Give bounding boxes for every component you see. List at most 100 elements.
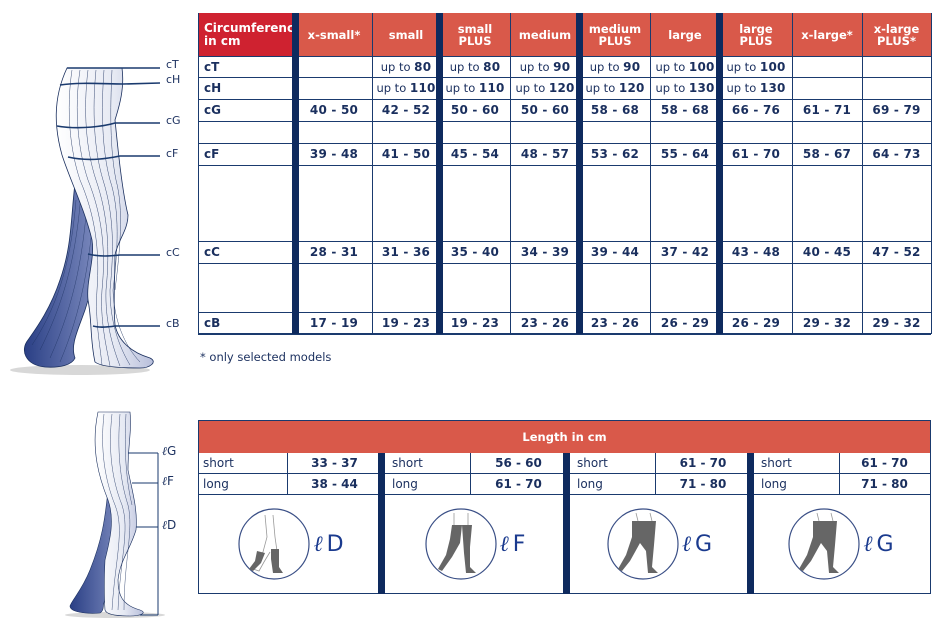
length-value: 33 - 37: [311, 456, 358, 470]
length-group-g-3: short 61 - 70 long 71 - 80 ℓ G: [567, 453, 751, 593]
length-value: 61 - 70: [679, 456, 727, 470]
ell-symbol: ℓ: [499, 531, 509, 557]
size-name-line: x-large*: [801, 27, 853, 42]
row-label-cT: cT: [204, 59, 220, 74]
value-range: 39 - 48: [309, 147, 359, 161]
table-cell: 66 - 76: [720, 99, 792, 121]
grid-row-line: [198, 98, 931, 100]
table-cell: [792, 121, 862, 143]
length-type-illustration: ℓG: [751, 495, 930, 592]
length-row-short: short 33 - 37: [199, 453, 382, 474]
table-cell: [792, 263, 862, 312]
size-header-large-plus: large PLUS: [720, 13, 792, 56]
value-range: 50 - 60: [450, 103, 500, 117]
length-marker-G-code: G: [167, 444, 177, 458]
value-range: 42 - 52: [381, 103, 431, 117]
table-cell: 17 - 19: [296, 312, 372, 334]
length-row-short: short 56 - 60: [382, 453, 567, 474]
size-name-line: large: [668, 27, 702, 42]
value-range: 58 - 67: [802, 147, 852, 161]
length-row-long: long 71 - 80: [751, 474, 930, 495]
table-cell: [296, 165, 372, 241]
table-cell: [440, 121, 510, 143]
length-group-d-1: short 33 - 37 long 38 - 44 ℓ D: [199, 453, 382, 593]
table-cell: 58 - 68: [650, 99, 720, 121]
value-prefix: up to: [726, 81, 760, 95]
table-cell: up to 90: [580, 56, 650, 77]
table-cell: 50 - 60: [510, 99, 580, 121]
grid-row-line: [198, 164, 931, 166]
value-number: 130: [688, 81, 715, 95]
table-cell: [510, 263, 580, 312]
stocking-f-icon: [424, 507, 497, 580]
header-line: in cm: [204, 33, 241, 48]
value-number: 120: [618, 81, 645, 95]
value-range: 29 - 32: [802, 316, 852, 330]
grid-thick-separator: [716, 13, 723, 334]
circumference-grid: Circumference in cm x-small* small small PLUS…: [198, 13, 932, 335]
table-cell: 43 - 48: [720, 241, 792, 263]
table-cell: 34 - 39: [510, 241, 580, 263]
marker-label-cT: cT: [166, 58, 179, 71]
value-prefix: up to: [655, 81, 689, 95]
value-range: 31 - 36: [381, 245, 431, 259]
table-cell: up to 100: [650, 56, 720, 77]
size-header-x-small: x-small*: [296, 13, 372, 56]
grid-thick-separator: [576, 13, 583, 334]
table-cell: [720, 121, 792, 143]
value-range: 26 - 29: [660, 316, 710, 330]
circumference-size-table: Circumference in cm x-small* small small PLUS…: [198, 13, 932, 335]
length-marker-D: ℓD: [162, 518, 176, 533]
value-range: 47 - 52: [872, 245, 921, 259]
table-cell: [862, 263, 931, 312]
table-cell: up to 120: [580, 77, 650, 99]
table-cell: 19 - 23: [440, 312, 510, 334]
value-prefix: up to: [380, 59, 415, 74]
stocking-g-icon: [788, 507, 860, 580]
grid-column-line: [649, 13, 651, 334]
size-name-line: large: [739, 21, 773, 36]
table-cell: 61 - 70: [720, 143, 792, 165]
table-cell: 40 - 45: [792, 241, 862, 263]
length-row-label: long: [577, 477, 603, 491]
table-cell: up to 120: [510, 77, 580, 99]
table-cell: up to 80: [440, 56, 510, 77]
length-row-short: short 61 - 70: [567, 453, 751, 474]
value-range: 50 - 60: [520, 103, 570, 117]
length-group-g-4: short 61 - 70 long 71 - 80 ℓ G: [751, 453, 930, 593]
length-value: 61 - 70: [861, 456, 908, 470]
length-type-illustration: ℓG: [567, 495, 751, 592]
grid-column-line: [371, 13, 373, 334]
value-range: 35 - 40: [450, 245, 500, 259]
table-cell: [862, 165, 931, 241]
table-cell: [372, 121, 440, 143]
length-table-header: Length in cm: [199, 421, 930, 453]
value-number: 80: [414, 59, 432, 74]
table-cell: [296, 121, 372, 143]
value-prefix: up to: [376, 81, 410, 95]
length-row-label: long: [392, 477, 418, 491]
size-name-line: small: [388, 27, 424, 42]
value-range: 37 - 42: [660, 245, 710, 259]
value-number: 90: [623, 59, 641, 74]
length-column-divider: [470, 453, 471, 495]
length-code: D: [326, 531, 344, 557]
table-cell: [792, 56, 862, 77]
length-row-short: short 61 - 70: [751, 453, 930, 474]
table-cell: 61 - 71: [792, 99, 862, 121]
length-value: 56 - 60: [495, 456, 542, 470]
value-prefix: up to: [655, 59, 689, 74]
value-range: 45 - 54: [450, 147, 500, 161]
size-header-large: large: [650, 13, 720, 56]
marker-label-cH: cH: [166, 73, 181, 86]
grid-row-line: [198, 262, 931, 264]
value-range: 28 - 31: [309, 245, 359, 259]
table-cell: [862, 56, 931, 77]
table-cell: [650, 263, 720, 312]
table-cell: [372, 165, 440, 241]
table-cell: [580, 121, 650, 143]
table-cell: [510, 165, 580, 241]
grid-row-line: [198, 142, 931, 144]
value-prefix: up to: [589, 59, 624, 74]
value-prefix: up to: [726, 59, 760, 74]
